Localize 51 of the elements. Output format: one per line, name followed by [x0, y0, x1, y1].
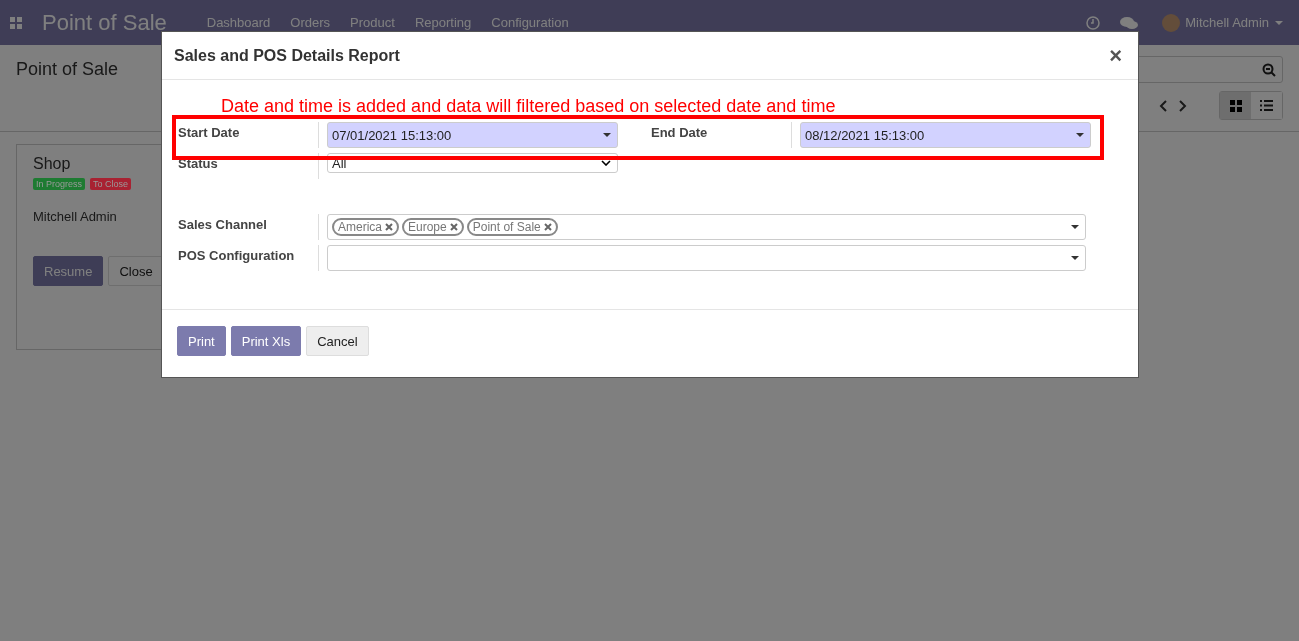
- clock-icon[interactable]: [1086, 15, 1101, 30]
- caret-down-icon[interactable]: [1275, 20, 1283, 25]
- breadcrumb[interactable]: Point of Sale: [16, 59, 119, 131]
- date-field[interactable]: 08/12/2021 15:13:00: [800, 122, 1091, 148]
- caret-down-icon: [1071, 256, 1079, 260]
- close-icon[interactable]: [385, 223, 393, 231]
- user-name[interactable]: Mitchell Admin: [1185, 15, 1269, 30]
- close-icon[interactable]: [449, 223, 458, 231]
- card-title: Shop: [33, 155, 71, 173]
- chat-icon[interactable]: [1120, 15, 1139, 30]
- apps-grid-icon[interactable]: [10, 16, 22, 29]
- tag: Point of Sale: [466, 218, 558, 236]
- kanban-view-button[interactable]: [1220, 92, 1251, 119]
- list-icon: [1260, 100, 1273, 111]
- tags-field[interactable]: America Europe Point of Sale: [327, 214, 1086, 240]
- grid-icon: [1229, 99, 1242, 112]
- caret-down-icon: [1071, 225, 1079, 229]
- annotation-note: Date and time is added and data will filtered based on selected date and time: [221, 96, 837, 118]
- select-field[interactable]: [327, 245, 1086, 271]
- card-button[interactable]: Close: [108, 256, 164, 286]
- date-field[interactable]: 07/01/2021 15:13:00: [327, 122, 618, 148]
- field-label: Start Date: [177, 122, 319, 148]
- field-label: Sales Channel: [177, 214, 319, 240]
- close-button[interactable]: ×: [1105, 42, 1126, 69]
- status-badge: In Progress: [33, 178, 86, 190]
- status-badge: To Close: [90, 178, 132, 190]
- menu-item[interactable]: Configuration: [491, 15, 569, 30]
- field-label: POS Configuration: [177, 245, 319, 271]
- field-label: Status: [177, 153, 319, 179]
- chevron-right-icon[interactable]: [1179, 99, 1187, 112]
- menu-item[interactable]: Dashboard: [206, 15, 271, 30]
- card-button[interactable]: Resume: [33, 256, 104, 286]
- avatar: [1162, 13, 1181, 32]
- dialog-button[interactable]: Cancel: [306, 326, 369, 356]
- tag: America: [332, 218, 399, 236]
- menu-item[interactable]: Orders: [290, 15, 331, 30]
- chevron-left-icon[interactable]: [1159, 99, 1167, 112]
- app-title: Point of Sale: [42, 9, 167, 36]
- search-icon[interactable]: [1262, 62, 1276, 77]
- dialog-button[interactable]: Print: [177, 326, 226, 356]
- chevron-down-icon: [601, 160, 611, 166]
- menu-item[interactable]: Reporting: [414, 15, 472, 30]
- dialog-button[interactable]: Print Xls: [230, 326, 302, 356]
- caret-down-icon: [603, 133, 611, 137]
- menu-item[interactable]: Product: [350, 15, 395, 30]
- card-user: Mitchell Admin: [33, 209, 118, 224]
- field-label: End Date: [650, 122, 792, 148]
- close-icon[interactable]: [543, 223, 552, 231]
- caret-down-icon: [1076, 133, 1084, 137]
- tag: Europe: [402, 218, 464, 236]
- dialog-title: Sales and POS Details Report: [174, 46, 400, 65]
